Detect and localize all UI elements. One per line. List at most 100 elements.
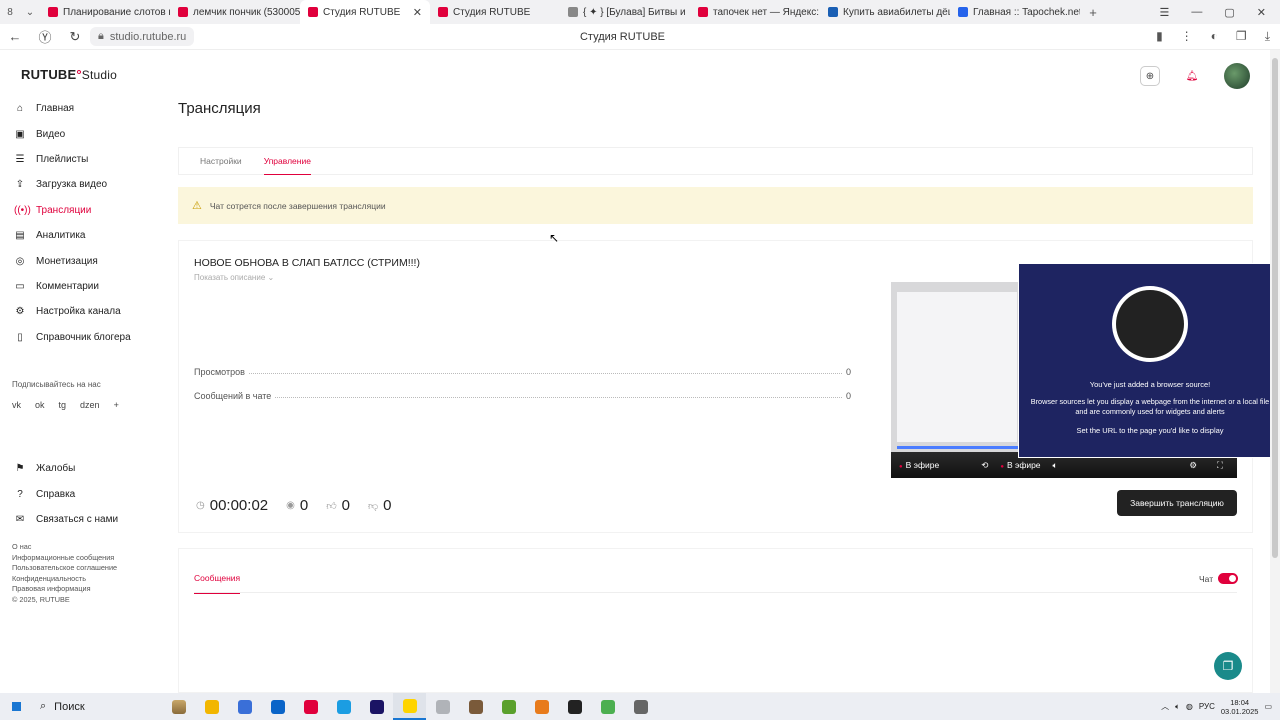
download-icon[interactable]: ⤓ bbox=[1265, 29, 1270, 44]
tab-count[interactable]: 8 bbox=[0, 7, 20, 18]
tab-list-icon[interactable]: ☰ bbox=[1160, 6, 1170, 19]
social-vk-icon[interactable]: vk bbox=[12, 400, 21, 410]
sidebar-item[interactable]: ⚑ Жалобы bbox=[0, 456, 160, 481]
footer-link[interactable]: Правовая информация bbox=[12, 584, 117, 595]
support-chat-button[interactable]: ❐ bbox=[1214, 652, 1242, 680]
yandex-browser-icon[interactable] bbox=[393, 693, 426, 720]
warning-icon: ⚠ bbox=[192, 200, 202, 212]
browser-tab[interactable]: Студия RUTUBE bbox=[430, 0, 560, 24]
live-indicator[interactable]: В эфире bbox=[1000, 460, 1041, 470]
task-view-icon[interactable] bbox=[162, 693, 195, 720]
minimize-icon[interactable]: — bbox=[1191, 6, 1202, 19]
back-icon[interactable]: ← bbox=[0, 29, 30, 44]
tab-menu-icon[interactable]: ⌄ bbox=[20, 7, 40, 18]
social-tg-icon[interactable]: tg bbox=[59, 400, 67, 410]
store-icon[interactable] bbox=[228, 693, 261, 720]
sidebar-item[interactable]: ((•)) Трансляции bbox=[0, 198, 160, 223]
utorrent-icon[interactable] bbox=[591, 693, 624, 720]
notification-center-icon[interactable]: ▭ bbox=[1264, 702, 1272, 711]
footer-link[interactable]: Пользовательское соглашение bbox=[12, 563, 117, 574]
mouse-cursor-icon: ↖ bbox=[549, 231, 560, 245]
stat-value: 0 bbox=[845, 391, 851, 401]
footer-link[interactable]: © 2025, RUTUBE bbox=[12, 595, 117, 606]
footer-link[interactable]: Конфиденциальность bbox=[12, 574, 117, 585]
rutube-studio-logo[interactable]: RUTUBE°Studio bbox=[21, 67, 117, 82]
add-video-icon[interactable]: ⊕ bbox=[1140, 66, 1160, 86]
browser-tab[interactable]: Главная :: Tapochek.net bbox=[950, 0, 1080, 24]
app-x-icon[interactable] bbox=[426, 693, 459, 720]
bookmark-icon[interactable]: ▮ bbox=[1156, 29, 1163, 44]
show-description-link[interactable]: Показать описание ⌄ bbox=[194, 273, 274, 282]
edge-icon[interactable] bbox=[327, 693, 360, 720]
language-indicator[interactable]: РУС bbox=[1199, 702, 1215, 711]
chat-warning-banner: ⚠ Чат сотрется после завершения трансляц… bbox=[178, 187, 1253, 224]
broadcast-icon: ((•)) bbox=[14, 204, 31, 216]
chat-toggle[interactable] bbox=[1218, 573, 1238, 584]
browser-tab[interactable]: { ✦ } [Булава] Битвы и bbox=[560, 0, 690, 24]
social-dzen-icon[interactable]: dzen bbox=[80, 400, 100, 410]
close-tab-icon[interactable]: ✕ bbox=[413, 6, 422, 19]
sidebar-item[interactable]: ◎ Монетизация bbox=[0, 248, 160, 273]
browser-tab[interactable]: лемчик пончик (53000566 bbox=[170, 0, 300, 24]
app-wot-icon[interactable] bbox=[459, 693, 492, 720]
footer-link[interactable]: О нас bbox=[12, 542, 117, 553]
sidebar-item[interactable]: ⌂ Главная bbox=[0, 96, 160, 121]
url-field[interactable]: 🔒︎ studio.rutube.ru bbox=[90, 27, 195, 46]
animate-icon[interactable] bbox=[360, 693, 393, 720]
sidebar-item[interactable]: ⚙ Настройка канала bbox=[0, 299, 160, 324]
maximize-icon[interactable]: ▢ bbox=[1224, 6, 1234, 19]
sidebar-item[interactable]: ▣ Видео bbox=[0, 121, 160, 146]
sidebar-item[interactable]: ▭ Комментарии bbox=[0, 274, 160, 299]
browser-tab[interactable]: тапочек нет — Яндекс: н bbox=[690, 0, 820, 24]
obs-instruction: Set the URL to the page you'd like to di… bbox=[1076, 426, 1224, 435]
sidebar-item[interactable]: ? Справка bbox=[0, 481, 160, 506]
start-button[interactable] bbox=[0, 693, 32, 720]
page-scrollbar[interactable] bbox=[1270, 50, 1280, 693]
replay-icon[interactable]: ⟲ bbox=[981, 460, 988, 471]
windows-icon bbox=[10, 701, 22, 712]
sidebar-item[interactable]: ⇪ Загрузка видео bbox=[0, 172, 160, 197]
tab-favicon-icon bbox=[178, 7, 188, 17]
content-tabs: Настройки Управление bbox=[178, 147, 1253, 175]
tab-management[interactable]: Управление bbox=[263, 147, 311, 175]
end-stream-button[interactable]: Завершить трансляцию bbox=[1117, 490, 1237, 516]
browser-tab[interactable]: Купить авиабилеты дёшев bbox=[820, 0, 950, 24]
volume-icon[interactable]: 🔈︎ bbox=[1053, 460, 1058, 471]
social-more-icon[interactable]: + bbox=[114, 400, 119, 410]
speaker-icon[interactable]: 🔈︎ bbox=[1175, 702, 1180, 712]
collections-icon[interactable]: ❐ bbox=[1236, 29, 1247, 44]
more-icon[interactable]: ⋮ bbox=[1181, 29, 1193, 44]
notifications-icon[interactable]: 🔔︎ bbox=[1182, 66, 1202, 86]
avatar[interactable] bbox=[1224, 63, 1250, 89]
taskbar-search[interactable]: ⌕ Поиск bbox=[32, 700, 162, 713]
sidebar-item[interactable]: ▯ Справочник блогера bbox=[0, 325, 160, 350]
yandex-icon[interactable]: Ⓨ bbox=[30, 27, 60, 46]
social-ok-icon[interactable]: ok bbox=[35, 400, 45, 410]
browser-tab[interactable]: Студия RUTUBE ✕ bbox=[300, 0, 430, 24]
extensions-icon[interactable]: ◐ bbox=[1211, 29, 1218, 44]
sidebar-item[interactable]: ✉ Связаться с нами bbox=[0, 507, 160, 532]
tray-chevron-icon[interactable]: ︿ bbox=[1161, 701, 1169, 712]
close-window-icon[interactable]: ✕ bbox=[1257, 6, 1266, 19]
footer-link[interactable]: Информационные сообщения bbox=[12, 553, 117, 564]
sidebar-item-label: Видео bbox=[36, 128, 66, 140]
comments-icon: ▭ bbox=[15, 280, 25, 292]
outlook-icon[interactable] bbox=[261, 693, 294, 720]
settings-icon[interactable]: ⚙ bbox=[1189, 460, 1197, 471]
sidebar-item[interactable]: ☰ Плейлисты bbox=[0, 147, 160, 172]
sidebar-item[interactable]: ▤ Аналитика bbox=[0, 223, 160, 248]
yandex-icon[interactable] bbox=[294, 693, 327, 720]
tab-messages[interactable]: Сообщения bbox=[194, 573, 241, 594]
clock[interactable]: 18:04 03.01.2025 bbox=[1221, 698, 1259, 716]
network-icon[interactable]: ◍ bbox=[1186, 702, 1193, 711]
new-tab-button[interactable]: + bbox=[1080, 5, 1106, 20]
browser-tab[interactable]: Планирование слотов на bbox=[40, 0, 170, 24]
settings-icon[interactable] bbox=[624, 693, 657, 720]
tab-settings[interactable]: Настройки bbox=[200, 147, 242, 175]
game-icon[interactable] bbox=[525, 693, 558, 720]
file-explorer-icon[interactable] bbox=[195, 693, 228, 720]
fullscreen-icon[interactable]: ⛶ bbox=[1217, 460, 1223, 471]
reload-icon[interactable]: ↻ bbox=[60, 29, 90, 45]
obs-icon[interactable] bbox=[558, 693, 591, 720]
minecraft-icon[interactable] bbox=[492, 693, 525, 720]
